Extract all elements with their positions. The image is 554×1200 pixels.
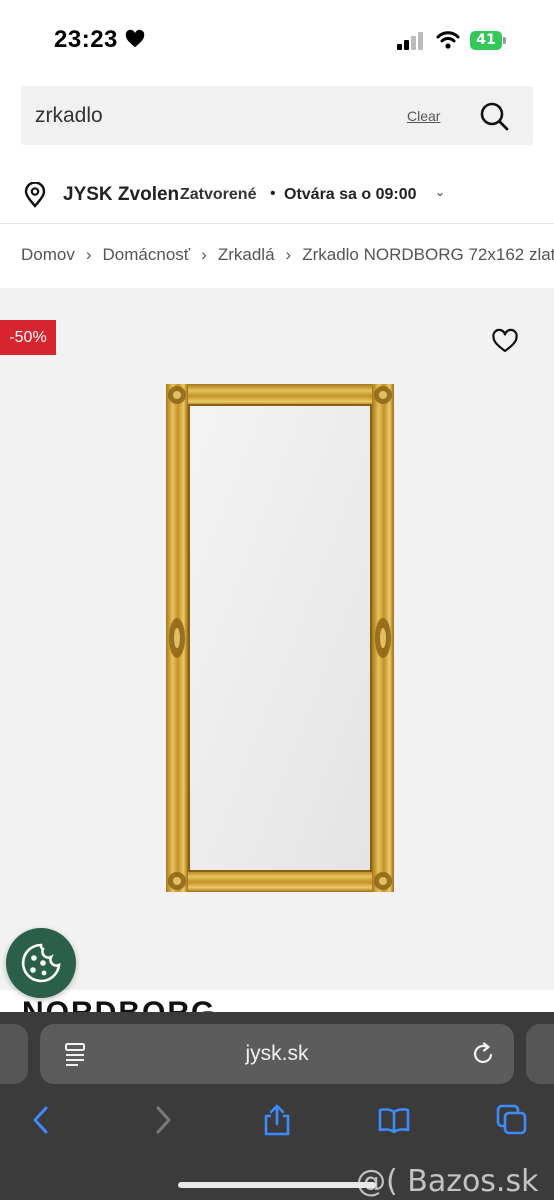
cookie-settings-button[interactable] (6, 928, 76, 998)
browser-toolbar: jysk.sk @( Bazos.sk (0, 1012, 554, 1200)
store-separator: • (270, 185, 276, 202)
breadcrumb-household[interactable]: Domácnosť (103, 245, 191, 265)
tabs-icon[interactable] (496, 1104, 528, 1136)
search-icon[interactable] (479, 101, 509, 131)
store-status: Zatvorené (180, 186, 257, 203)
clock: 23:23 (54, 26, 118, 53)
next-tab-preview[interactable] (526, 1024, 554, 1084)
chevron-right-icon: › (285, 244, 292, 264)
breadcrumb-current: Zrkadlo NORDBORG 72x162 zlatá (302, 244, 554, 264)
store-selector[interactable]: JYSK Zvolen Zatvorené • Otvára sa o 09:0… (0, 165, 554, 224)
search-input[interactable]: zrkadlo (35, 104, 103, 128)
breadcrumb: Domov › Domácnosť › Zrkadlá › Zrkadlo NORDBORG… (21, 244, 554, 268)
back-icon[interactable] (26, 1104, 58, 1136)
store-name: JYSK Zvolen (63, 184, 180, 205)
previous-tab-preview[interactable] (0, 1024, 28, 1084)
breadcrumb-mirrors[interactable]: Zrkadlá (218, 245, 275, 265)
chevron-right-icon: › (201, 244, 207, 264)
clear-button[interactable]: Clear (407, 108, 440, 124)
bookmarks-icon[interactable] (378, 1104, 410, 1136)
forward-icon[interactable] (146, 1104, 178, 1136)
chevron-right-icon: › (85, 244, 92, 264)
home-indicator[interactable] (178, 1182, 376, 1188)
share-icon[interactable] (261, 1104, 293, 1136)
address-bar[interactable]: jysk.sk (40, 1024, 514, 1084)
url-text[interactable]: jysk.sk (40, 1042, 514, 1066)
heart-icon (125, 29, 145, 48)
heart-outline-icon[interactable] (491, 328, 519, 354)
watermark: @( Bazos.sk (356, 1164, 539, 1199)
location-pin-icon (24, 182, 46, 208)
cookie-icon (21, 943, 61, 983)
status-bar: 23:23 41 (0, 0, 554, 80)
product-image-gallery[interactable]: -50% (0, 288, 554, 990)
battery-icon: 41 (470, 31, 506, 50)
reload-icon[interactable] (472, 1042, 496, 1066)
mirror-product-image (166, 384, 394, 892)
cellular-signal-icon (397, 32, 423, 50)
chevron-down-icon[interactable]: ⌄ (435, 185, 445, 199)
search-bar[interactable]: zrkadlo Clear (21, 86, 533, 145)
discount-badge: -50% (0, 320, 56, 355)
battery-level: 41 (476, 32, 496, 48)
store-opening-time: Otvára sa o 09:00 (284, 186, 417, 203)
wifi-icon (436, 31, 460, 49)
breadcrumb-home[interactable]: Domov (21, 245, 75, 265)
